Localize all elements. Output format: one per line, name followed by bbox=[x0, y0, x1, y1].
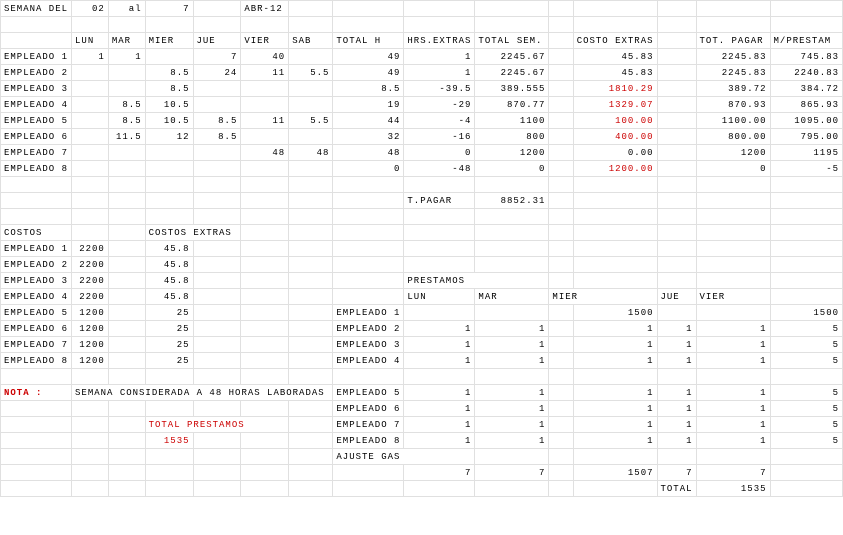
costos-extras-label: costos extras bbox=[145, 225, 241, 241]
nota-text: semana considerada a 48 horas laboradas bbox=[72, 385, 333, 401]
employee-name: empleado 5 bbox=[1, 113, 72, 129]
t-pagar-value: 8852.31 bbox=[475, 193, 549, 209]
employee-name: empleado 2 bbox=[1, 65, 72, 81]
costo-extras-value: 1329.07 bbox=[573, 97, 657, 113]
costos-label: costos bbox=[1, 225, 72, 241]
total-prestamos-value: 1535 bbox=[145, 433, 193, 449]
al-label: al bbox=[108, 1, 145, 17]
employee-name: empleado 6 bbox=[1, 129, 72, 145]
t-pagar-label: t.pagar bbox=[404, 193, 475, 209]
ajuste-gas-label: ajuste gas bbox=[333, 449, 475, 465]
semana-start: 02 bbox=[72, 1, 109, 17]
costo-extras-value: 45.83 bbox=[573, 65, 657, 81]
employee-name: empleado 3 bbox=[1, 81, 72, 97]
costo-extras-value: 400.00 bbox=[573, 129, 657, 145]
costo-extras-value: 1810.29 bbox=[573, 81, 657, 97]
month-label: abr-12 bbox=[241, 1, 289, 17]
costo-extras-value: 100.00 bbox=[573, 113, 657, 129]
employee-name: empleado 7 bbox=[1, 145, 72, 161]
semana-del-label: semana del bbox=[1, 1, 72, 17]
employee-name: empleado 1 bbox=[1, 49, 72, 65]
costo-extras-value: 45.83 bbox=[573, 49, 657, 65]
employee-name: empleado 4 bbox=[1, 97, 72, 113]
total-prestamos-label: total prestamos bbox=[145, 417, 289, 433]
prestamos-label: prestamos bbox=[404, 273, 549, 289]
semana-end: 7 bbox=[145, 1, 193, 17]
spreadsheet: semana del02al7abr-12lunmarmierjueviersa… bbox=[0, 0, 843, 497]
nota-label: NOTA : bbox=[1, 385, 72, 401]
employee-name: empleado 8 bbox=[1, 161, 72, 177]
prestamos-total-value: 1535 bbox=[696, 481, 770, 497]
prestamos-total-label: total bbox=[657, 481, 696, 497]
costo-extras-value: 0.00 bbox=[573, 145, 657, 161]
costo-extras-value: 1200.00 bbox=[573, 161, 657, 177]
